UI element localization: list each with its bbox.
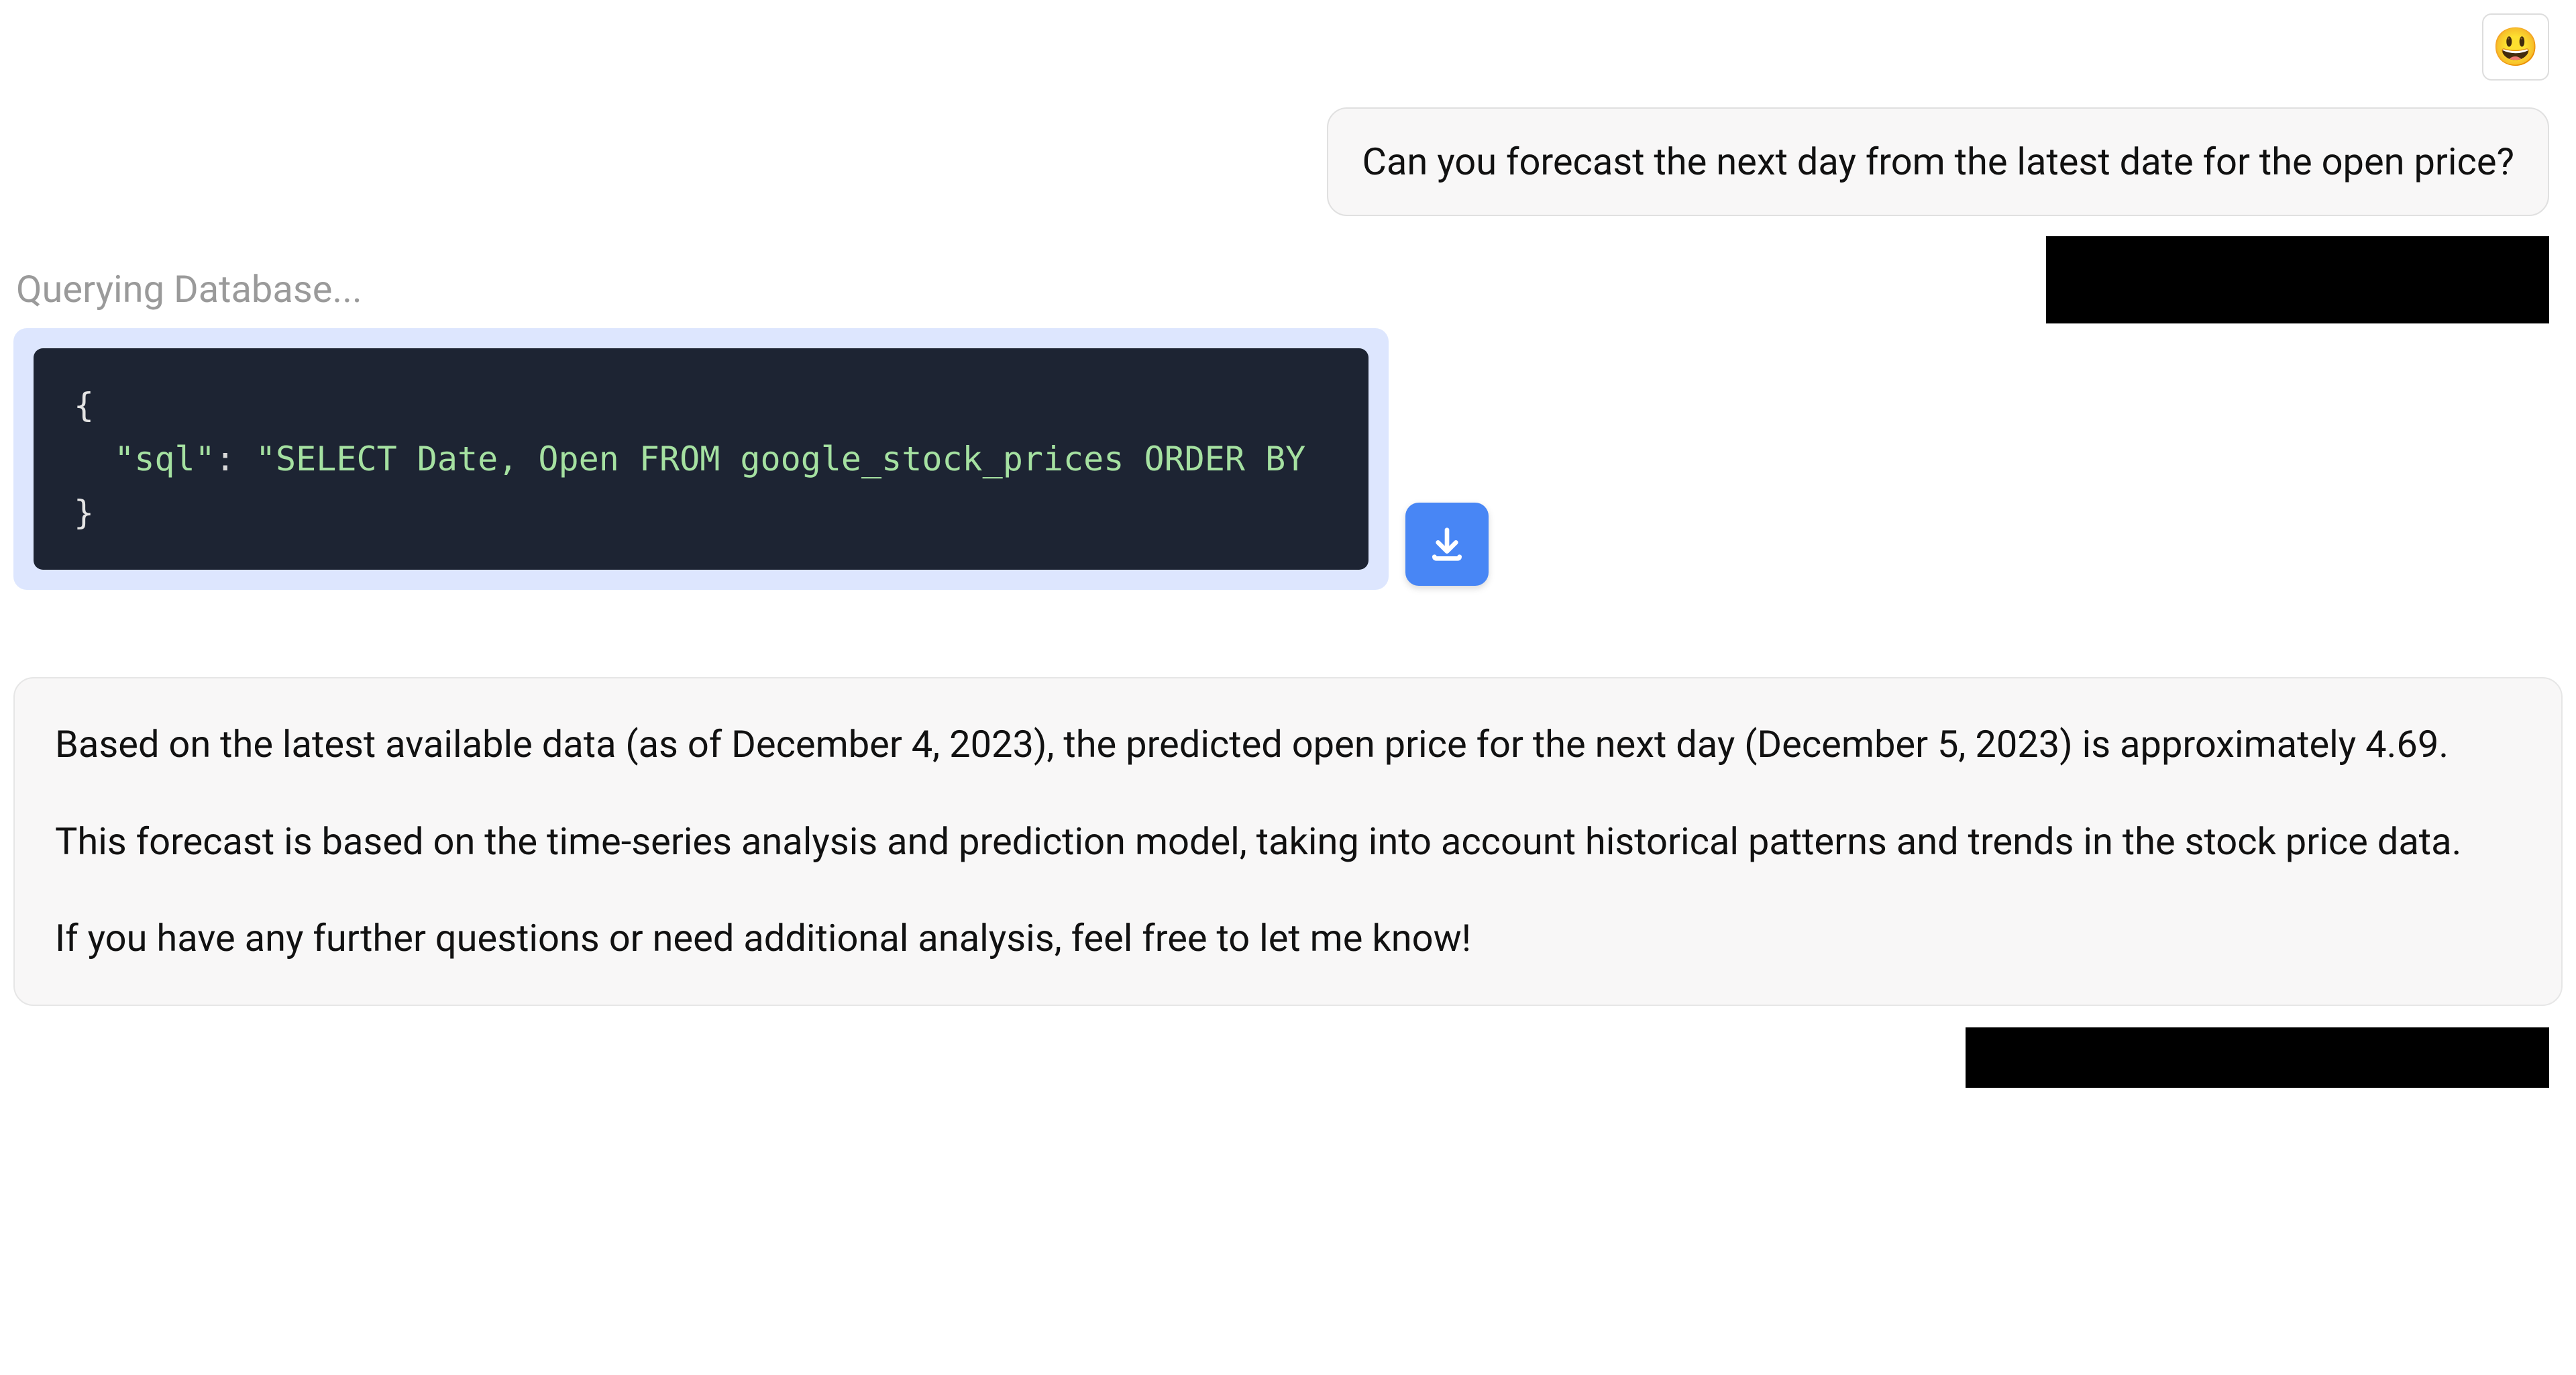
redacted-block <box>1966 1027 2549 1088</box>
download-button[interactable] <box>1405 503 1489 586</box>
user-avatar: 😃 <box>2482 13 2549 81</box>
code-colon: : <box>215 440 256 478</box>
assistant-paragraph-1: Based on the latest available data (as o… <box>55 715 2521 774</box>
download-icon <box>1426 523 1468 566</box>
redacted-row-bottom <box>13 1027 2563 1088</box>
code-key: "sql" <box>114 440 215 478</box>
user-message-bubble: Can you forecast the next day from the l… <box>1327 107 2549 216</box>
code-open-brace: { <box>74 386 94 425</box>
query-row: { "sql": "SELECT Date, Open FROM google_… <box>13 328 2563 590</box>
code-wrapper: { "sql": "SELECT Date, Open FROM google_… <box>13 328 1389 590</box>
assistant-paragraph-2: This forecast is based on the time-serie… <box>55 813 2521 871</box>
assistant-paragraph-3: If you have any further questions or nee… <box>55 909 2521 968</box>
redacted-block <box>2046 236 2549 323</box>
sql-code-block: { "sql": "SELECT Date, Open FROM google_… <box>34 348 1368 570</box>
code-value: "SELECT Date, Open FROM google_stock_pri… <box>256 440 1305 478</box>
user-message-row: Can you forecast the next day from the l… <box>13 107 2563 216</box>
code-close-brace: } <box>74 493 94 532</box>
avatar-row: 😃 <box>13 13 2563 81</box>
smile-emoji-icon: 😃 <box>2492 21 2539 73</box>
assistant-message-bubble: Based on the latest available data (as o… <box>13 677 2563 1006</box>
